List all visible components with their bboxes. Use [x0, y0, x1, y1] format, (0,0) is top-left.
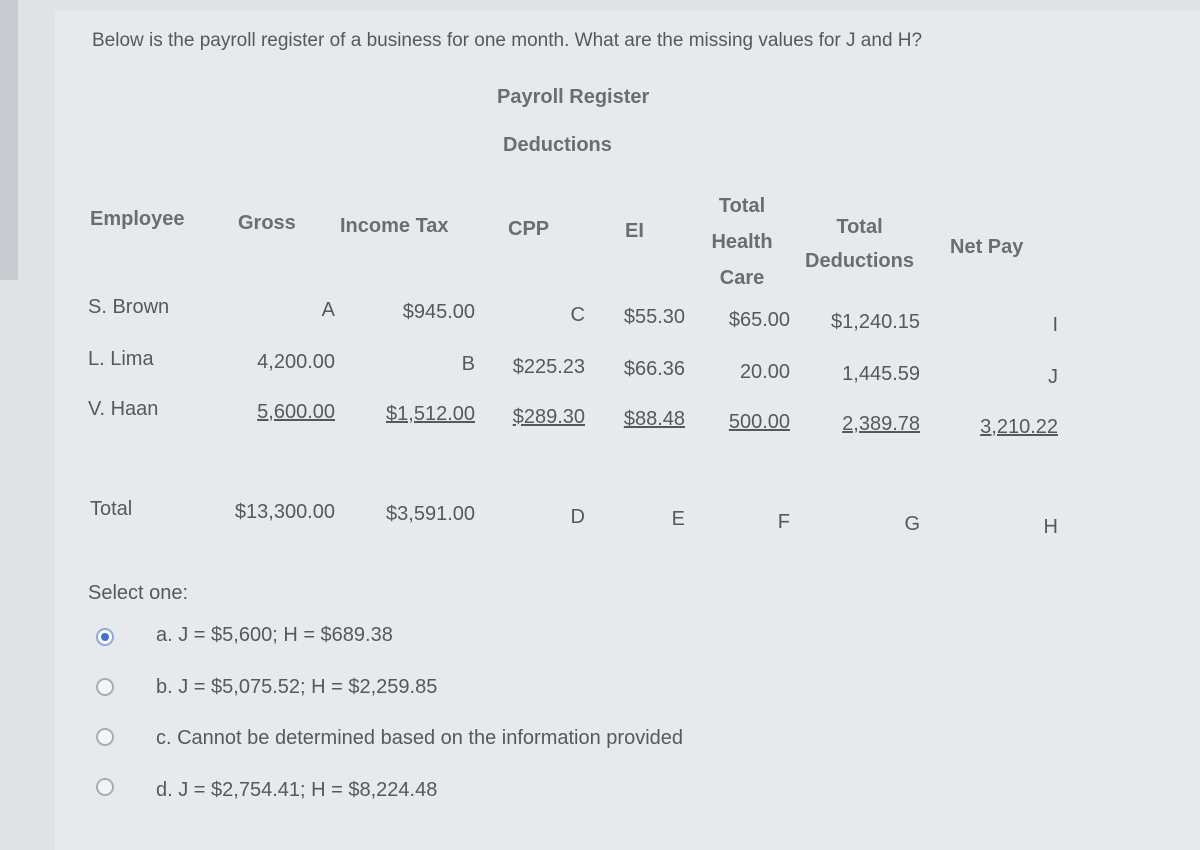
table-cell: 500.00: [728, 410, 790, 433]
column-header: EI: [625, 220, 644, 242]
table-cell: $225.23: [512, 355, 585, 378]
table-cell: D: [570, 505, 585, 528]
question-text: Below is the payroll register of a busin…: [92, 30, 923, 51]
table-cell: J: [1048, 365, 1058, 388]
table-cell: 3,210.22: [980, 415, 1058, 438]
table-cell: $3,591.00: [386, 503, 475, 525]
employee-name: Total: [90, 498, 133, 520]
table-cell: 20.00: [739, 360, 790, 383]
column-header: CPP: [508, 218, 550, 240]
table-cell: $55.30: [623, 306, 685, 328]
employee-name: V. Haan: [88, 398, 159, 420]
table-cell: E: [671, 508, 685, 530]
table-cell: G: [904, 513, 920, 535]
table-cell: $1,512.00: [386, 403, 475, 425]
table-cell: $1,240.15: [831, 311, 920, 333]
table-cell: $13,300.00: [234, 500, 335, 523]
option-radio[interactable]: [96, 728, 114, 746]
column-header: Employee: [90, 208, 185, 230]
table-cell: $65.00: [728, 308, 790, 331]
option-radio[interactable]: [96, 628, 114, 646]
option-label[interactable]: a. J = $5,600; H = $689.38: [156, 624, 393, 647]
column-header: Total Health Care: [711, 195, 773, 289]
register-title: Payroll Register: [497, 86, 650, 108]
option-radio[interactable]: [96, 778, 114, 796]
option-label[interactable]: d. J = $2,754.41; H = $8,224.48: [156, 779, 437, 802]
table-cell: C: [570, 303, 585, 326]
table-cell: H: [1043, 515, 1058, 538]
column-header: Income Tax: [340, 215, 449, 237]
option-label[interactable]: c. Cannot be determined based on the inf…: [156, 727, 683, 750]
select-one-label: Select one:: [88, 582, 189, 604]
table-cell: 2,389.78: [842, 413, 920, 435]
table-cell: A: [321, 298, 335, 321]
table-cell: $88.48: [623, 408, 685, 430]
table-cell: I: [1052, 313, 1058, 336]
table-cell: $66.36: [623, 358, 685, 380]
employee-name: S. Brown: [88, 296, 170, 318]
column-header: Total Deductions: [805, 216, 914, 272]
option-radio[interactable]: [96, 678, 114, 696]
background-edge: [0, 0, 18, 280]
column-header: Net Pay: [950, 236, 1024, 258]
table-cell: 5,600.00: [257, 400, 335, 423]
table-cell: $289.30: [512, 405, 585, 428]
table-cell: B: [461, 353, 475, 375]
table-cell: 1,445.59: [842, 363, 920, 385]
deductions-heading: Deductions: [503, 134, 612, 156]
option-label[interactable]: b. J = $5,075.52; H = $2,259.85: [156, 676, 437, 699]
column-header: Gross: [238, 212, 296, 234]
table-cell: $945.00: [402, 301, 475, 323]
table-cell: 4,200.00: [257, 350, 335, 373]
employee-name: L. Lima: [88, 348, 154, 370]
table-cell: F: [777, 510, 790, 533]
